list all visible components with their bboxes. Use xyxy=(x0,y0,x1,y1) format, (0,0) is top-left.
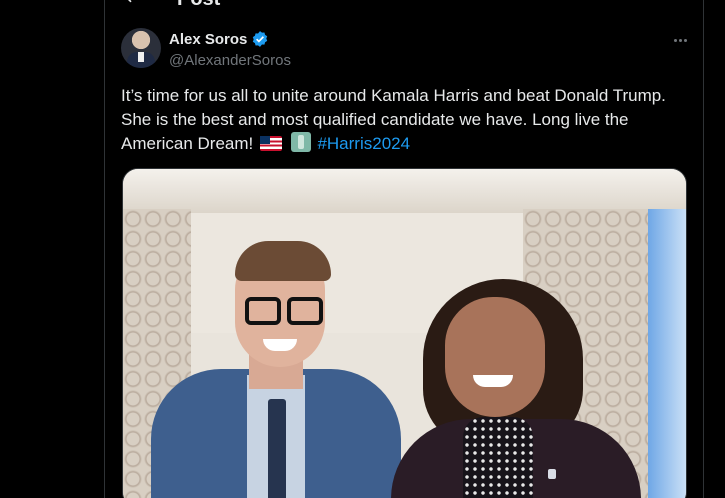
flag-us-icon xyxy=(259,136,282,151)
photo-woman-blouse xyxy=(463,417,533,498)
back-button[interactable] xyxy=(121,0,145,10)
statue-of-liberty-icon xyxy=(290,132,311,152)
post-photo[interactable] xyxy=(122,168,687,498)
name-row: Alex Soros xyxy=(169,30,269,48)
page-title: Post xyxy=(177,0,220,11)
hashtag-link[interactable]: #Harris2024 xyxy=(317,134,410,153)
photo-glasses-right xyxy=(287,297,323,325)
photo-wall-light xyxy=(648,209,686,498)
post-author: Alex Soros @AlexanderSoros xyxy=(121,28,691,72)
author-handle[interactable]: @AlexanderSoros xyxy=(169,52,291,69)
photo-glasses-left xyxy=(245,297,281,325)
dot-icon xyxy=(683,38,687,42)
author-display-name[interactable]: Alex Soros xyxy=(169,31,247,48)
photo-man-hair xyxy=(235,241,331,281)
photo-ceiling xyxy=(123,169,686,213)
verified-badge-icon[interactable] xyxy=(251,30,269,48)
post-text: It’s time for us all to unite around Kam… xyxy=(121,84,681,156)
dot-icon xyxy=(678,38,682,42)
top-bar: Post xyxy=(105,0,703,16)
more-options-button[interactable] xyxy=(669,32,691,48)
avatar[interactable] xyxy=(121,28,161,68)
photo-man-tie xyxy=(268,399,286,498)
photo-woman-smile xyxy=(473,375,513,387)
photo-flag-pin xyxy=(548,469,556,479)
photo-woman-face xyxy=(445,297,545,417)
dot-icon xyxy=(673,38,677,42)
post-column: Post Alex Soros @AlexanderSoros It’s tim… xyxy=(104,0,704,498)
arrow-left-icon xyxy=(128,0,132,3)
